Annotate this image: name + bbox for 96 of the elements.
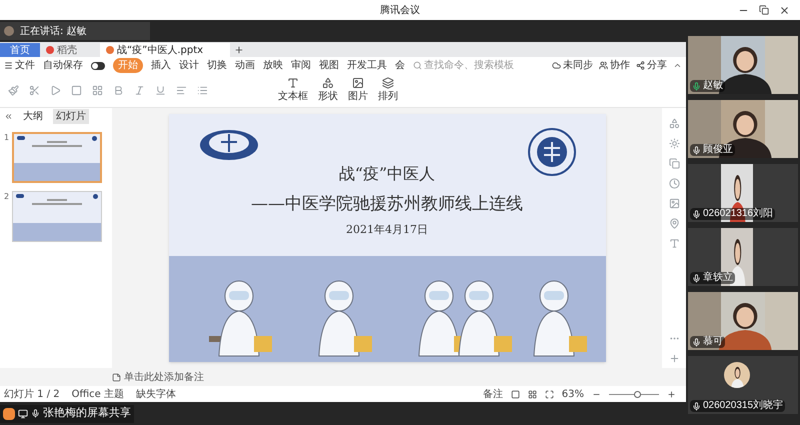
text-box-icon bbox=[287, 77, 299, 89]
ribbon-tab[interactable]: 放映 bbox=[263, 58, 283, 73]
slider-thumb[interactable] bbox=[634, 390, 640, 398]
notes-field[interactable]: 单击此处添加备注 bbox=[112, 370, 204, 384]
sync-button[interactable]: 未同步 bbox=[552, 58, 593, 73]
ribbon-tab[interactable]: 会 bbox=[395, 58, 405, 73]
zoom-in-icon[interactable] bbox=[667, 390, 676, 398]
shapes-icon bbox=[322, 77, 334, 89]
university-emblem-icon bbox=[198, 128, 258, 162]
share-icon bbox=[636, 61, 645, 70]
new-tab-icon[interactable] bbox=[234, 45, 244, 55]
participant-name: 026021316刘阳 bbox=[703, 208, 774, 220]
paintbrush-icon[interactable] bbox=[8, 85, 19, 96]
layers-icon bbox=[382, 77, 394, 89]
italic-icon[interactable] bbox=[134, 85, 145, 96]
menu-icon bbox=[4, 61, 13, 70]
ribbon-tab[interactable]: 审阅 bbox=[291, 58, 311, 73]
participant-name: 026020315刘晓宇 bbox=[703, 400, 784, 412]
participant-name: 顾俊亚 bbox=[703, 144, 733, 156]
search-icon bbox=[413, 61, 422, 70]
collapse-panel-icon[interactable] bbox=[4, 112, 13, 120]
window-title: 腾讯会议 bbox=[380, 4, 420, 18]
play-icon[interactable] bbox=[50, 85, 61, 96]
video-tile[interactable]: 026020315刘晓宇 bbox=[688, 356, 798, 414]
grid-view-icon[interactable] bbox=[528, 390, 537, 398]
collaborate-button[interactable]: 协作 bbox=[599, 58, 630, 73]
restore-icon[interactable] bbox=[759, 5, 769, 15]
layout-icon[interactable] bbox=[92, 85, 103, 96]
participant-name: 赵敏 bbox=[703, 80, 723, 92]
map-pin-icon[interactable] bbox=[668, 218, 680, 229]
missing-font-button[interactable]: 缺失字体 bbox=[136, 386, 176, 402]
sun-icon[interactable] bbox=[668, 138, 680, 149]
slide-thumbnail[interactable] bbox=[12, 132, 102, 183]
fit-icon[interactable] bbox=[544, 390, 554, 398]
ribbon-tool[interactable]: 文本框 bbox=[278, 77, 308, 104]
ribbon-tool[interactable]: 形状 bbox=[318, 77, 338, 104]
note-icon bbox=[112, 372, 121, 382]
ribbon-tab[interactable]: 切换 bbox=[207, 58, 227, 73]
share-button[interactable]: 分享 bbox=[636, 58, 667, 73]
participant-name: 慕可 bbox=[703, 336, 723, 348]
cloud-icon bbox=[552, 61, 561, 70]
document-tab[interactable]: 首页 bbox=[0, 43, 40, 57]
ribbon-tool[interactable]: 图片 bbox=[348, 77, 368, 104]
list-icon[interactable] bbox=[197, 85, 208, 96]
add-icon[interactable] bbox=[668, 353, 680, 364]
underline-icon[interactable] bbox=[155, 85, 166, 96]
slide-number: 2 bbox=[4, 191, 10, 203]
panel-tab[interactable]: 幻灯片 bbox=[53, 108, 89, 124]
collapse-icon[interactable] bbox=[673, 61, 682, 70]
clock-icon[interactable] bbox=[668, 178, 680, 189]
slide-number: 1 bbox=[4, 132, 10, 144]
theme-label: Office 主题 bbox=[72, 388, 124, 402]
ribbon-tool[interactable]: 排列 bbox=[378, 77, 398, 104]
video-tile[interactable]: 顾俊亚 bbox=[688, 100, 798, 158]
scissors-icon[interactable] bbox=[29, 85, 40, 96]
ribbon-tab[interactable]: 开发工具 bbox=[347, 58, 387, 73]
ribbon-tab[interactable]: 插入 bbox=[151, 58, 171, 73]
screen-share-label: 张艳梅的屏幕共享 bbox=[0, 404, 134, 422]
image-icon bbox=[352, 77, 364, 89]
file-menu[interactable]: 文件 bbox=[4, 58, 35, 73]
autosave-toggle[interactable] bbox=[91, 62, 105, 70]
panel-tab[interactable]: 大纲 bbox=[23, 108, 43, 124]
document-tab[interactable]: 战“疫”中医人.pptx bbox=[100, 43, 230, 57]
slide-date: 2021年4月17日 bbox=[345, 222, 429, 238]
video-tile[interactable]: 慕可 bbox=[688, 292, 798, 350]
copy-icon[interactable] bbox=[668, 158, 680, 169]
monitor-icon bbox=[18, 408, 28, 418]
slide-counter: 幻灯片 1 / 2 bbox=[4, 388, 60, 402]
normal-view-icon[interactable] bbox=[510, 390, 520, 398]
document-tab[interactable]: 稻壳 bbox=[40, 43, 100, 57]
people-icon bbox=[599, 61, 608, 70]
participant-name: 章轶立 bbox=[703, 272, 733, 284]
video-tile[interactable]: 026021316刘阳 bbox=[688, 164, 798, 222]
image-icon[interactable] bbox=[668, 198, 680, 209]
microphone-icon bbox=[31, 409, 40, 418]
slide-title: 战“疫”中医人 bbox=[338, 163, 436, 185]
video-tile[interactable]: 章轶立 bbox=[688, 228, 798, 286]
slide-thumbnail[interactable] bbox=[12, 191, 102, 242]
close-icon[interactable] bbox=[779, 4, 790, 16]
ribbon-tab[interactable]: 设计 bbox=[179, 58, 199, 73]
user-avatar bbox=[3, 408, 15, 420]
speaker-label: 正在讲话: 赵敏 bbox=[20, 24, 87, 38]
video-tile[interactable]: 赵敏 bbox=[688, 36, 798, 94]
avatar bbox=[4, 26, 14, 36]
bold-icon[interactable] bbox=[113, 85, 124, 96]
ribbon-tab[interactable]: 动画 bbox=[235, 58, 255, 73]
align-left-icon[interactable] bbox=[176, 85, 187, 96]
college-emblem-icon bbox=[528, 128, 576, 176]
notes-button[interactable]: 备注 bbox=[482, 386, 503, 402]
slide-subtitle: ——中医学院驰援苏州教师线上连线 bbox=[250, 193, 524, 216]
zoom-level: 63% bbox=[562, 388, 584, 402]
ribbon-tab[interactable]: 视图 bbox=[319, 58, 339, 73]
new-slide-icon[interactable] bbox=[71, 85, 82, 96]
autosave-label: 自动保存 bbox=[43, 59, 83, 73]
shapes-icon[interactable] bbox=[668, 118, 680, 129]
text-icon[interactable] bbox=[668, 238, 680, 249]
